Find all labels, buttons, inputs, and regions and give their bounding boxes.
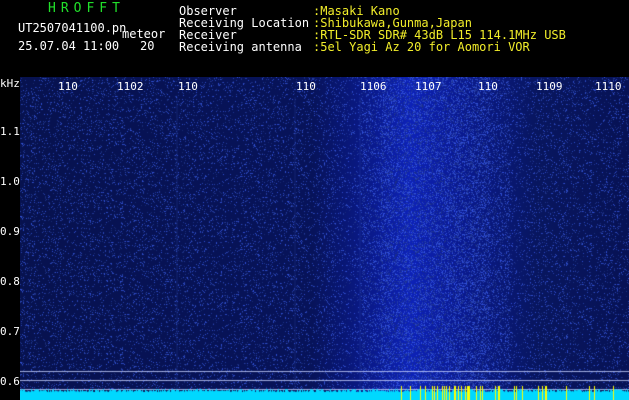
y-axis: kHz 1.1 1.0 0.9 0.8 0.7 0.6 [0,77,20,400]
y-unit-label: kHz [0,77,20,90]
spectrogram-noise [20,77,629,400]
x-tick-label: 1102 [117,80,144,93]
count: 20 [140,39,155,53]
x-tick-label: 1110 [595,80,622,93]
x-tick-label: 110 [296,80,316,93]
y-tick-label: 1.1 [0,125,20,138]
filename: UT2507041100.pn [18,21,127,35]
x-tick-label: 110 [178,80,198,93]
x-tick-label: 1109 [536,80,563,93]
datetime: 25.07.04 11:00 [18,39,120,53]
y-tick-label: 0.7 [0,325,20,338]
x-tick-label: 1107 [415,80,442,93]
spectrogram-waterfall: 110 1102 110 110 1106 1107 110 1109 1110 [20,77,629,400]
brand-title: HROFFT [48,1,125,16]
header: HROFFT UT2507041100.pn meteor 25.07.04 1… [0,0,629,76]
antenna-label: Receiving antenna [179,40,302,54]
antenna-value: :5el Yagi Az 20 for Aomori VOR [313,40,530,54]
y-tick-label: 0.8 [0,275,20,288]
y-tick-label: 1.0 [0,175,20,188]
y-tick-label: 0.9 [0,225,20,238]
x-tick-label: 1106 [360,80,387,93]
y-tick-label: 0.6 [0,375,20,388]
x-tick-label: 110 [478,80,498,93]
x-tick-label: 110 [58,80,78,93]
